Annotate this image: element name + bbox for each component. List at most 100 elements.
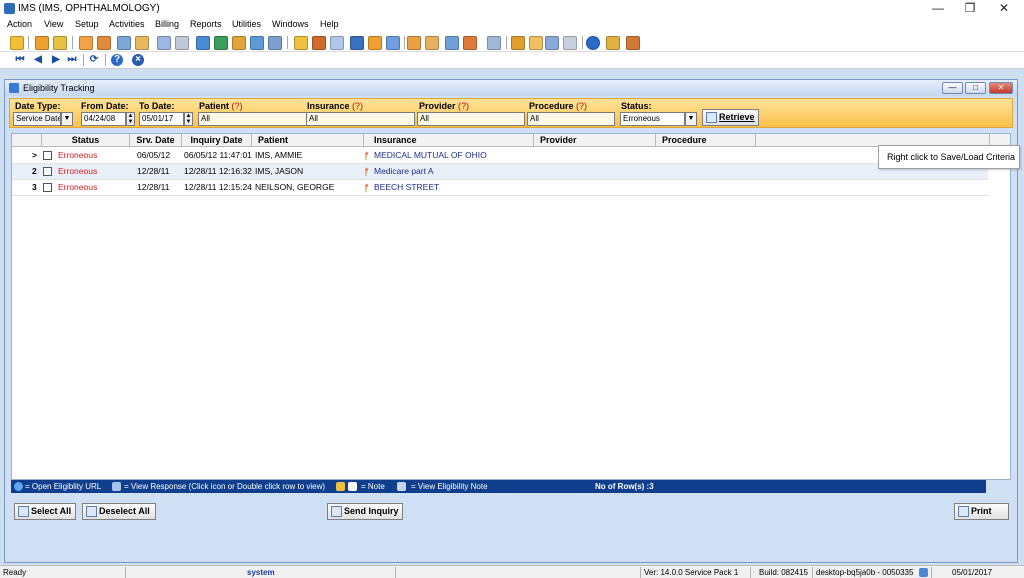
procedure-lookup-link[interactable]: (?) bbox=[576, 101, 587, 111]
menu-activities[interactable]: Activities bbox=[109, 19, 145, 29]
chart-icon[interactable] bbox=[330, 36, 344, 50]
list-icon[interactable] bbox=[175, 36, 189, 50]
legend-url-text: = Open Eligiblity URL bbox=[25, 482, 102, 491]
from-date-spinner[interactable]: ▲ ▼ bbox=[126, 112, 135, 126]
globe-icon[interactable] bbox=[386, 36, 400, 50]
insurance-field[interactable]: All bbox=[306, 112, 415, 126]
insurance-cell: MEDICAL MUTUAL OF OHIO bbox=[374, 150, 487, 160]
coins-icon[interactable] bbox=[232, 36, 246, 50]
from-date-field[interactable]: 04/24/08 bbox=[81, 112, 126, 126]
doctor-icon[interactable] bbox=[53, 36, 67, 50]
document-icon[interactable] bbox=[487, 36, 501, 50]
send-inquiry-button[interactable]: Send Inquiry bbox=[327, 503, 403, 520]
close-icon[interactable]: × bbox=[132, 54, 144, 66]
from-date-label: From Date: bbox=[81, 101, 129, 111]
folder-icon[interactable] bbox=[79, 36, 93, 50]
row-indicator-header bbox=[12, 134, 42, 147]
report-icon[interactable] bbox=[294, 36, 308, 50]
search-doc-icon[interactable] bbox=[529, 36, 543, 50]
status-cell: Erroneous bbox=[58, 150, 98, 160]
refresh-icon[interactable]: ⟳ bbox=[88, 54, 100, 66]
provider-field[interactable]: All bbox=[417, 112, 525, 126]
column-procedure[interactable]: Procedure bbox=[656, 134, 756, 147]
stats-icon[interactable] bbox=[445, 36, 459, 50]
status-select[interactable]: Erroneous bbox=[620, 112, 685, 126]
deselect-all-button[interactable]: Deselect All bbox=[82, 503, 156, 520]
transfer-icon[interactable] bbox=[196, 36, 210, 50]
child-minimize-button[interactable]: — bbox=[942, 82, 963, 94]
edit-icon[interactable] bbox=[97, 36, 111, 50]
patient-lookup-link[interactable]: (?) bbox=[232, 101, 243, 111]
inquiry-date-cell: 12/28/11 12:15:24 bbox=[184, 182, 252, 192]
inbox-icon[interactable] bbox=[463, 36, 477, 50]
table-row[interactable]: 3 Erroneous 12/28/11 12/28/11 12:15:24 N… bbox=[12, 180, 988, 196]
menu-setup[interactable]: Setup bbox=[75, 19, 99, 29]
help-icon[interactable] bbox=[586, 36, 600, 50]
table-row[interactable]: > Erroneous 06/05/12 06/05/12 11:47:01 I… bbox=[12, 148, 988, 164]
payment-icon[interactable] bbox=[250, 36, 264, 50]
menu-help[interactable]: Help bbox=[320, 19, 339, 29]
lock-folder-icon[interactable] bbox=[511, 36, 525, 50]
child-close-button[interactable]: ✕ bbox=[989, 82, 1013, 94]
select-all-button[interactable]: Select All bbox=[14, 503, 76, 520]
package-icon[interactable] bbox=[368, 36, 382, 50]
minimize-button[interactable]: — bbox=[920, 0, 956, 18]
provider-lookup-link[interactable]: (?) bbox=[458, 101, 469, 111]
calculator-icon[interactable] bbox=[563, 36, 577, 50]
eligibility-grid: Status Srv. Date Inquiry Date Patient In… bbox=[11, 133, 1011, 480]
print-button[interactable]: Print bbox=[954, 503, 1009, 520]
chevron-down-icon[interactable]: ▼ bbox=[61, 112, 73, 126]
flask-icon[interactable] bbox=[135, 36, 149, 50]
column-status[interactable]: Status bbox=[42, 134, 130, 147]
grid-icon[interactable] bbox=[545, 36, 559, 50]
open-url-icon[interactable]: ᚠ bbox=[364, 183, 372, 193]
table-row[interactable]: 2 Erroneous 12/28/11 12/28/11 12:16:32 I… bbox=[12, 164, 988, 180]
send-icon[interactable] bbox=[350, 36, 364, 50]
menu-view[interactable]: View bbox=[44, 19, 63, 29]
user-icon[interactable] bbox=[10, 36, 24, 50]
close-button[interactable]: ✕ bbox=[986, 0, 1022, 18]
tools-icon[interactable] bbox=[312, 36, 326, 50]
last-record-icon[interactable]: ⏭ bbox=[66, 54, 78, 66]
row-checkbox[interactable] bbox=[43, 183, 52, 192]
help-icon[interactable]: ? bbox=[111, 54, 123, 66]
message-icon[interactable] bbox=[407, 36, 421, 50]
eligibility-icon bbox=[9, 83, 19, 93]
column-inquiry-date[interactable]: Inquiry Date bbox=[182, 134, 252, 147]
date-type-select[interactable]: Service Date bbox=[13, 112, 61, 126]
menu-billing[interactable]: Billing bbox=[155, 19, 179, 29]
menu-utilities[interactable]: Utilities bbox=[232, 19, 261, 29]
lock-icon[interactable] bbox=[606, 36, 620, 50]
insurance-lookup-link[interactable]: (?) bbox=[352, 101, 363, 111]
first-record-icon[interactable]: ⏮ bbox=[14, 54, 26, 66]
mail-icon[interactable] bbox=[425, 36, 439, 50]
column-insurance[interactable]: Insurance bbox=[364, 134, 534, 147]
calendar-icon[interactable] bbox=[157, 36, 171, 50]
column-provider[interactable]: Provider bbox=[534, 134, 656, 147]
retrieve-button[interactable]: Retrieve bbox=[702, 109, 759, 126]
row-checkbox[interactable] bbox=[43, 151, 52, 160]
menu-reports[interactable]: Reports bbox=[190, 19, 222, 29]
row-checkbox[interactable] bbox=[43, 167, 52, 176]
to-date-spinner[interactable]: ▲ ▼ bbox=[184, 112, 193, 126]
money-icon[interactable] bbox=[214, 36, 228, 50]
open-url-icon[interactable]: ᚠ bbox=[364, 167, 372, 177]
exit-icon[interactable] bbox=[626, 36, 640, 50]
to-date-field[interactable]: 05/01/17 bbox=[139, 112, 184, 126]
scan-icon[interactable] bbox=[117, 36, 131, 50]
open-url-icon[interactable]: ᚠ bbox=[364, 151, 372, 161]
menu-action[interactable]: Action bbox=[7, 19, 32, 29]
date-status: 05/01/2017 bbox=[952, 568, 993, 577]
chevron-down-icon[interactable]: ▼ bbox=[685, 112, 697, 126]
child-restore-button[interactable]: □ bbox=[965, 82, 986, 94]
column-patient[interactable]: Patient bbox=[252, 134, 364, 147]
restore-button[interactable]: ❐ bbox=[952, 0, 988, 18]
procedure-field[interactable]: All bbox=[527, 112, 615, 126]
previous-record-icon[interactable]: ◀ bbox=[32, 54, 44, 66]
next-record-icon[interactable]: ▶ bbox=[50, 54, 62, 66]
patient-icon[interactable] bbox=[35, 36, 49, 50]
app-window: IMS (IMS, OPHTHALMOLOGY) — ❐ ✕ Action Vi… bbox=[0, 0, 1024, 578]
claims-icon[interactable] bbox=[268, 36, 282, 50]
menu-windows[interactable]: Windows bbox=[272, 19, 309, 29]
column-srv-date[interactable]: Srv. Date bbox=[130, 134, 182, 147]
